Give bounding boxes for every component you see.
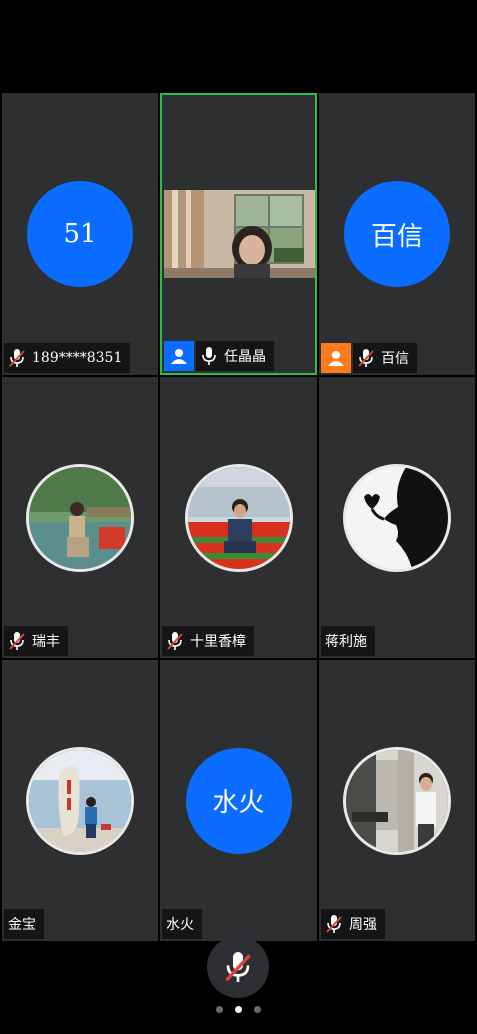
participant-tile[interactable]: 十里香樟 xyxy=(160,377,317,658)
page-dot-current[interactable] xyxy=(235,1006,242,1013)
video-feed xyxy=(164,190,315,278)
participant-name: 189****8351 xyxy=(32,350,123,366)
participant-name: 百信 xyxy=(381,351,409,367)
participant-tile[interactable]: 金宝 xyxy=(2,660,158,941)
avatar xyxy=(26,463,134,572)
participant-tile[interactable]: 瑞丰 xyxy=(2,377,158,658)
page-indicator[interactable] xyxy=(0,1006,477,1013)
participant-name: 瑞丰 xyxy=(32,634,60,650)
participant-label: 瑞丰 xyxy=(4,626,68,656)
participant-tile-active[interactable]: 任晶晶 xyxy=(160,93,317,375)
mic-muted-icon xyxy=(225,952,251,982)
mic-muted-icon xyxy=(326,915,342,933)
participant-name: 十里香樟 xyxy=(190,634,246,650)
mic-icon xyxy=(202,347,216,365)
avatar: 51 xyxy=(27,181,133,287)
participant-label: 周强 xyxy=(321,909,385,939)
participant-tile[interactable]: 蒋利施 xyxy=(319,377,475,658)
mic-muted-icon xyxy=(358,349,374,367)
participant-name: 周强 xyxy=(349,917,377,933)
avatar: 水火 xyxy=(185,747,292,854)
participant-label: 189****8351 xyxy=(4,343,131,373)
participant-tile[interactable]: 水火 水火 xyxy=(160,660,317,941)
participant-name: 金宝 xyxy=(8,917,36,933)
participant-name: 水火 xyxy=(166,917,194,933)
participant-grid: 51 189****8351 任晶晶 百信 百信 瑞丰 十里香樟 蒋利施 金宝 … xyxy=(0,93,477,941)
avatar: 百信 xyxy=(344,181,450,287)
mic-muted-icon xyxy=(9,632,25,650)
user-icon xyxy=(164,341,194,371)
avatar xyxy=(184,463,293,572)
participant-label: 百信 xyxy=(353,343,417,373)
participant-label: 金宝 xyxy=(4,909,44,939)
avatar xyxy=(343,746,451,855)
participant-tile[interactable]: 周强 xyxy=(319,660,475,941)
participant-label: 十里香樟 xyxy=(162,626,254,656)
participant-name: 任晶晶 xyxy=(224,349,266,365)
participant-label: 任晶晶 xyxy=(196,341,274,371)
user-icon xyxy=(321,343,351,373)
mic-toggle-button[interactable] xyxy=(207,936,269,998)
page-dot[interactable] xyxy=(254,1006,261,1013)
mic-muted-icon xyxy=(167,632,183,650)
participant-tile[interactable]: 百信 百信 xyxy=(319,93,475,375)
avatar xyxy=(26,746,134,855)
participant-label: 蒋利施 xyxy=(321,626,375,656)
page-dot[interactable] xyxy=(216,1006,223,1013)
avatar xyxy=(343,463,451,572)
participant-tile[interactable]: 51 189****8351 xyxy=(2,93,158,375)
participant-name: 蒋利施 xyxy=(325,634,367,650)
mic-muted-icon xyxy=(9,349,25,367)
participant-label: 水火 xyxy=(162,909,202,939)
